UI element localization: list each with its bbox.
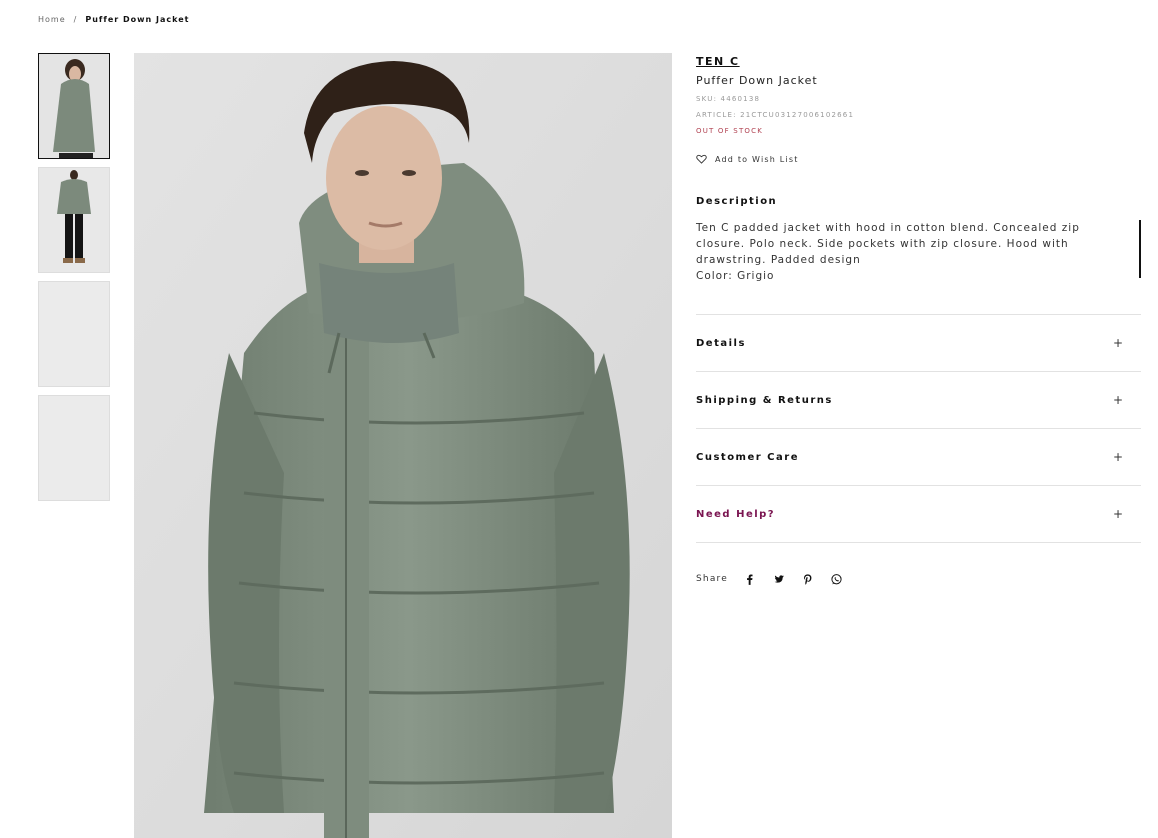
brand-link[interactable]: TEN C [696,55,1141,68]
thumbnail-4[interactable] [38,395,110,501]
product-full-image [39,168,109,272]
accordion-customer-care[interactable]: Customer Care + [696,429,1141,486]
accordion-details[interactable]: Details + [696,315,1141,372]
product-article: ARTICLE: 21CTCU03127006102661 [696,111,855,119]
breadcrumb-separator: / [73,15,78,24]
thumbnail-gallery [38,53,110,509]
plus-icon: + [1112,336,1123,350]
description-color: Color: Grigio [696,270,775,282]
heart-icon [696,154,707,164]
breadcrumb-home[interactable]: Home [38,15,66,24]
product-info: TEN C Puffer Down Jacket SKU: 4460138 AR… [696,55,1141,587]
facebook-icon[interactable] [742,571,758,587]
accordion-label: Customer Care [696,451,799,463]
description-text: Ten C padded jacket with hood in cotton … [696,222,1080,266]
thumbnail-2[interactable] [38,167,110,273]
description-panel[interactable]: Ten C padded jacket with hood in cotton … [696,220,1141,284]
main-product-image[interactable] [134,53,672,838]
product-sku: SKU: 4460138 [696,95,761,103]
plus-icon: + [1112,450,1123,464]
stock-status: OUT OF STOCK [696,127,764,135]
product-model-image [134,53,672,838]
product-title: Puffer Down Jacket [696,74,818,87]
thumbnail-1[interactable] [38,53,110,159]
breadcrumb-current: Puffer Down Jacket [85,15,190,24]
add-to-wishlist-button[interactable]: Add to Wish List [696,154,1141,164]
accordion-label: Details [696,337,746,349]
twitter-icon[interactable] [771,571,787,587]
wishlist-label: Add to Wish List [715,154,799,164]
product-front-image [39,54,109,158]
whatsapp-icon[interactable] [829,571,845,587]
thumbnail-3[interactable] [38,281,110,387]
info-accordion: Details + Shipping & Returns + Customer … [696,314,1141,543]
placeholder-image [39,396,109,500]
share-label: Share [696,574,728,584]
description-scrollbar[interactable] [1139,220,1141,278]
accordion-shipping-returns[interactable]: Shipping & Returns + [696,372,1141,429]
placeholder-image [39,282,109,386]
breadcrumb: Home / Puffer Down Jacket [38,15,189,24]
pinterest-icon[interactable] [800,571,816,587]
accordion-label: Shipping & Returns [696,394,833,406]
plus-icon: + [1112,393,1123,407]
description-heading: Description [696,196,778,207]
accordion-need-help[interactable]: Need Help? + [696,486,1141,543]
plus-icon: + [1112,507,1123,521]
share-icons [742,571,845,587]
share-bar: Share [696,571,1141,587]
accordion-label: Need Help? [696,508,776,520]
